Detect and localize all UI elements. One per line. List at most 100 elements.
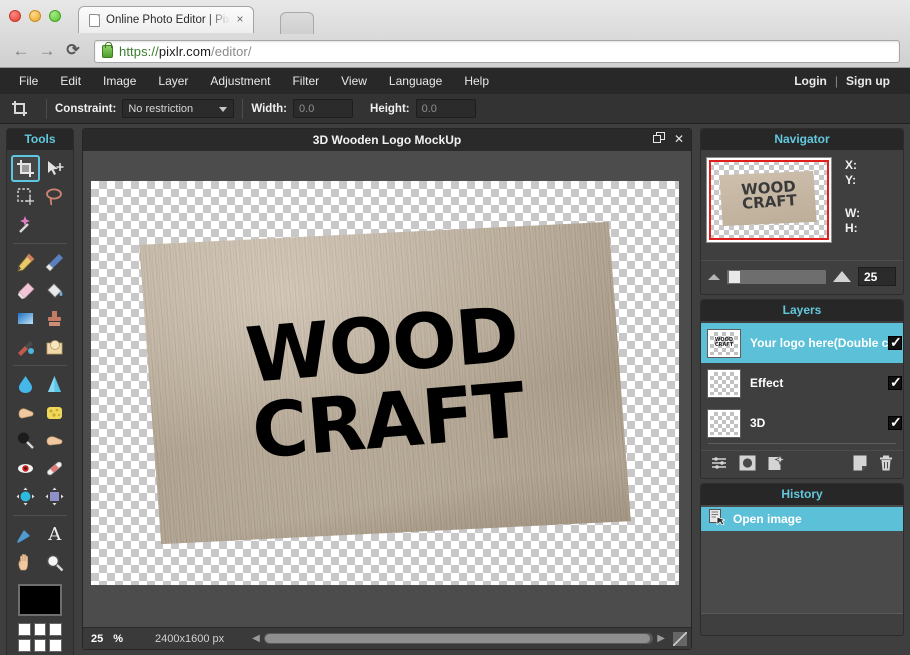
- zoom-in-icon[interactable]: [833, 271, 851, 282]
- menu-filter[interactable]: Filter: [281, 68, 330, 94]
- scroll-left-icon[interactable]: ◀: [252, 633, 260, 644]
- signup-link[interactable]: Sign up: [838, 68, 898, 94]
- history-item[interactable]: Open image: [701, 507, 903, 531]
- navigator-thumbnail[interactable]: WOOD CRAFT: [706, 157, 832, 243]
- paint-bucket-tool[interactable]: [41, 277, 70, 304]
- gradient-tool[interactable]: [11, 305, 40, 332]
- scroll-thumb[interactable]: [264, 634, 651, 643]
- new-tab-button[interactable]: [280, 12, 314, 34]
- clone-stamp-tool[interactable]: [41, 305, 70, 332]
- maximize-window-button[interactable]: [49, 10, 61, 22]
- layer-settings-icon[interactable]: [711, 455, 727, 474]
- preset-swatch[interactable]: [18, 639, 31, 652]
- browser-tab[interactable]: Online Photo Editor | Pixlr ×: [78, 6, 254, 33]
- menu-image[interactable]: Image: [92, 68, 147, 94]
- menu-adjustment[interactable]: Adjustment: [199, 68, 281, 94]
- history-footer: [701, 613, 903, 635]
- resize-grip[interactable]: [673, 631, 687, 646]
- height-input[interactable]: 0.0: [415, 99, 476, 118]
- width-input[interactable]: 0.0: [293, 99, 354, 118]
- crop-tool[interactable]: [11, 155, 40, 182]
- layer-visibility-checkbox[interactable]: [888, 334, 902, 350]
- canvas-area[interactable]: WOOD CRAFT: [83, 151, 691, 627]
- bloat-tool[interactable]: [11, 483, 40, 510]
- horizontal-scrollbar[interactable]: ◀ ▶: [252, 633, 665, 644]
- document-titlebar[interactable]: 3D Wooden Logo MockUp ✕: [83, 129, 691, 151]
- browser-navbar: ← → ⟳ https://pixlr.com/editor/: [0, 34, 910, 68]
- red-eye-tool[interactable]: [11, 455, 40, 482]
- menu-file[interactable]: File: [8, 68, 49, 94]
- menu-edit[interactable]: Edit: [49, 68, 92, 94]
- zoom-level-input[interactable]: 25: [87, 633, 107, 645]
- hand-tool[interactable]: [11, 549, 40, 576]
- zoom-out-icon[interactable]: [708, 273, 720, 280]
- marquee-select-tool[interactable]: [11, 183, 40, 210]
- layer-mask-icon[interactable]: [739, 455, 756, 474]
- preset-swatch[interactable]: [33, 639, 47, 652]
- eyedropper-tool[interactable]: [11, 521, 40, 548]
- smudge-tool[interactable]: [11, 399, 40, 426]
- preset-swatch[interactable]: [18, 623, 31, 636]
- layer-name: Effect: [750, 376, 784, 390]
- text-tool[interactable]: A: [41, 521, 70, 548]
- color-replace-tool[interactable]: [11, 333, 40, 360]
- minimize-window-button[interactable]: [29, 10, 41, 22]
- reload-button[interactable]: ⟳: [62, 40, 84, 62]
- wand-select-tool[interactable]: [11, 211, 40, 238]
- drawing-tool[interactable]: [41, 333, 70, 360]
- layer-style-icon[interactable]: [768, 453, 786, 474]
- login-link[interactable]: Login: [786, 68, 835, 94]
- delete-layer-icon[interactable]: [879, 455, 893, 474]
- blur-tool[interactable]: [11, 371, 40, 398]
- zoom-tool[interactable]: [41, 549, 70, 576]
- layer-row[interactable]: Effect: [701, 363, 903, 403]
- layer-thumbnail: WOOD CRAFT: [707, 328, 741, 358]
- constraint-select[interactable]: No restriction: [122, 99, 235, 118]
- preset-swatch[interactable]: [33, 623, 47, 636]
- pinch-tool[interactable]: [41, 483, 70, 510]
- page-icon: [89, 13, 100, 27]
- menu-help[interactable]: Help: [453, 68, 500, 94]
- history-list: Open image: [701, 505, 903, 613]
- close-document-icon[interactable]: ✕: [674, 132, 684, 148]
- eraser-tool[interactable]: [11, 277, 40, 304]
- preset-swatch[interactable]: [49, 639, 62, 652]
- navigator-panel-title: Navigator: [701, 129, 903, 150]
- move-tool[interactable]: [41, 155, 70, 182]
- lasso-tool[interactable]: [41, 183, 70, 210]
- color-swatches: [7, 576, 73, 652]
- navigator-zoom-handle[interactable]: [729, 270, 740, 283]
- preset-swatch[interactable]: [49, 623, 62, 636]
- sponge-tool[interactable]: [41, 399, 70, 426]
- scroll-track[interactable]: [263, 633, 654, 644]
- close-tab-icon[interactable]: ×: [233, 13, 247, 27]
- address-bar[interactable]: https://pixlr.com/editor/: [94, 39, 900, 63]
- layer-thumbnail: [707, 408, 741, 438]
- burn-tool[interactable]: [41, 427, 70, 454]
- layer-visibility-checkbox[interactable]: [888, 414, 902, 430]
- menu-language[interactable]: Language: [378, 68, 453, 94]
- scroll-right-icon[interactable]: ▶: [657, 633, 665, 644]
- zoom-percent-label: %: [113, 632, 124, 645]
- forward-button[interactable]: →: [36, 40, 58, 62]
- spot-heal-tool[interactable]: [41, 455, 70, 482]
- document-window-buttons: ✕: [652, 132, 684, 148]
- tools-divider-2: [13, 365, 67, 366]
- close-window-button[interactable]: [9, 10, 21, 22]
- menu-view[interactable]: View: [330, 68, 378, 94]
- image-canvas[interactable]: WOOD CRAFT: [91, 181, 679, 585]
- menu-layer[interactable]: Layer: [147, 68, 199, 94]
- restore-document-icon[interactable]: [652, 132, 665, 148]
- back-button[interactable]: ←: [10, 40, 32, 62]
- dodge-tool[interactable]: [11, 427, 40, 454]
- sharpen-tool[interactable]: [41, 371, 70, 398]
- navigator-zoom-slider[interactable]: [727, 269, 826, 284]
- layer-row[interactable]: 3D: [701, 403, 903, 443]
- primary-color-swatch[interactable]: [18, 584, 62, 616]
- pencil-tool[interactable]: [11, 249, 40, 276]
- new-layer-icon[interactable]: [853, 455, 867, 474]
- brush-tool[interactable]: [41, 249, 70, 276]
- layer-visibility-checkbox[interactable]: [888, 374, 902, 390]
- layer-row[interactable]: WOOD CRAFT Your logo here(Double c: [701, 323, 903, 363]
- navigator-zoom-value[interactable]: 25: [858, 267, 896, 286]
